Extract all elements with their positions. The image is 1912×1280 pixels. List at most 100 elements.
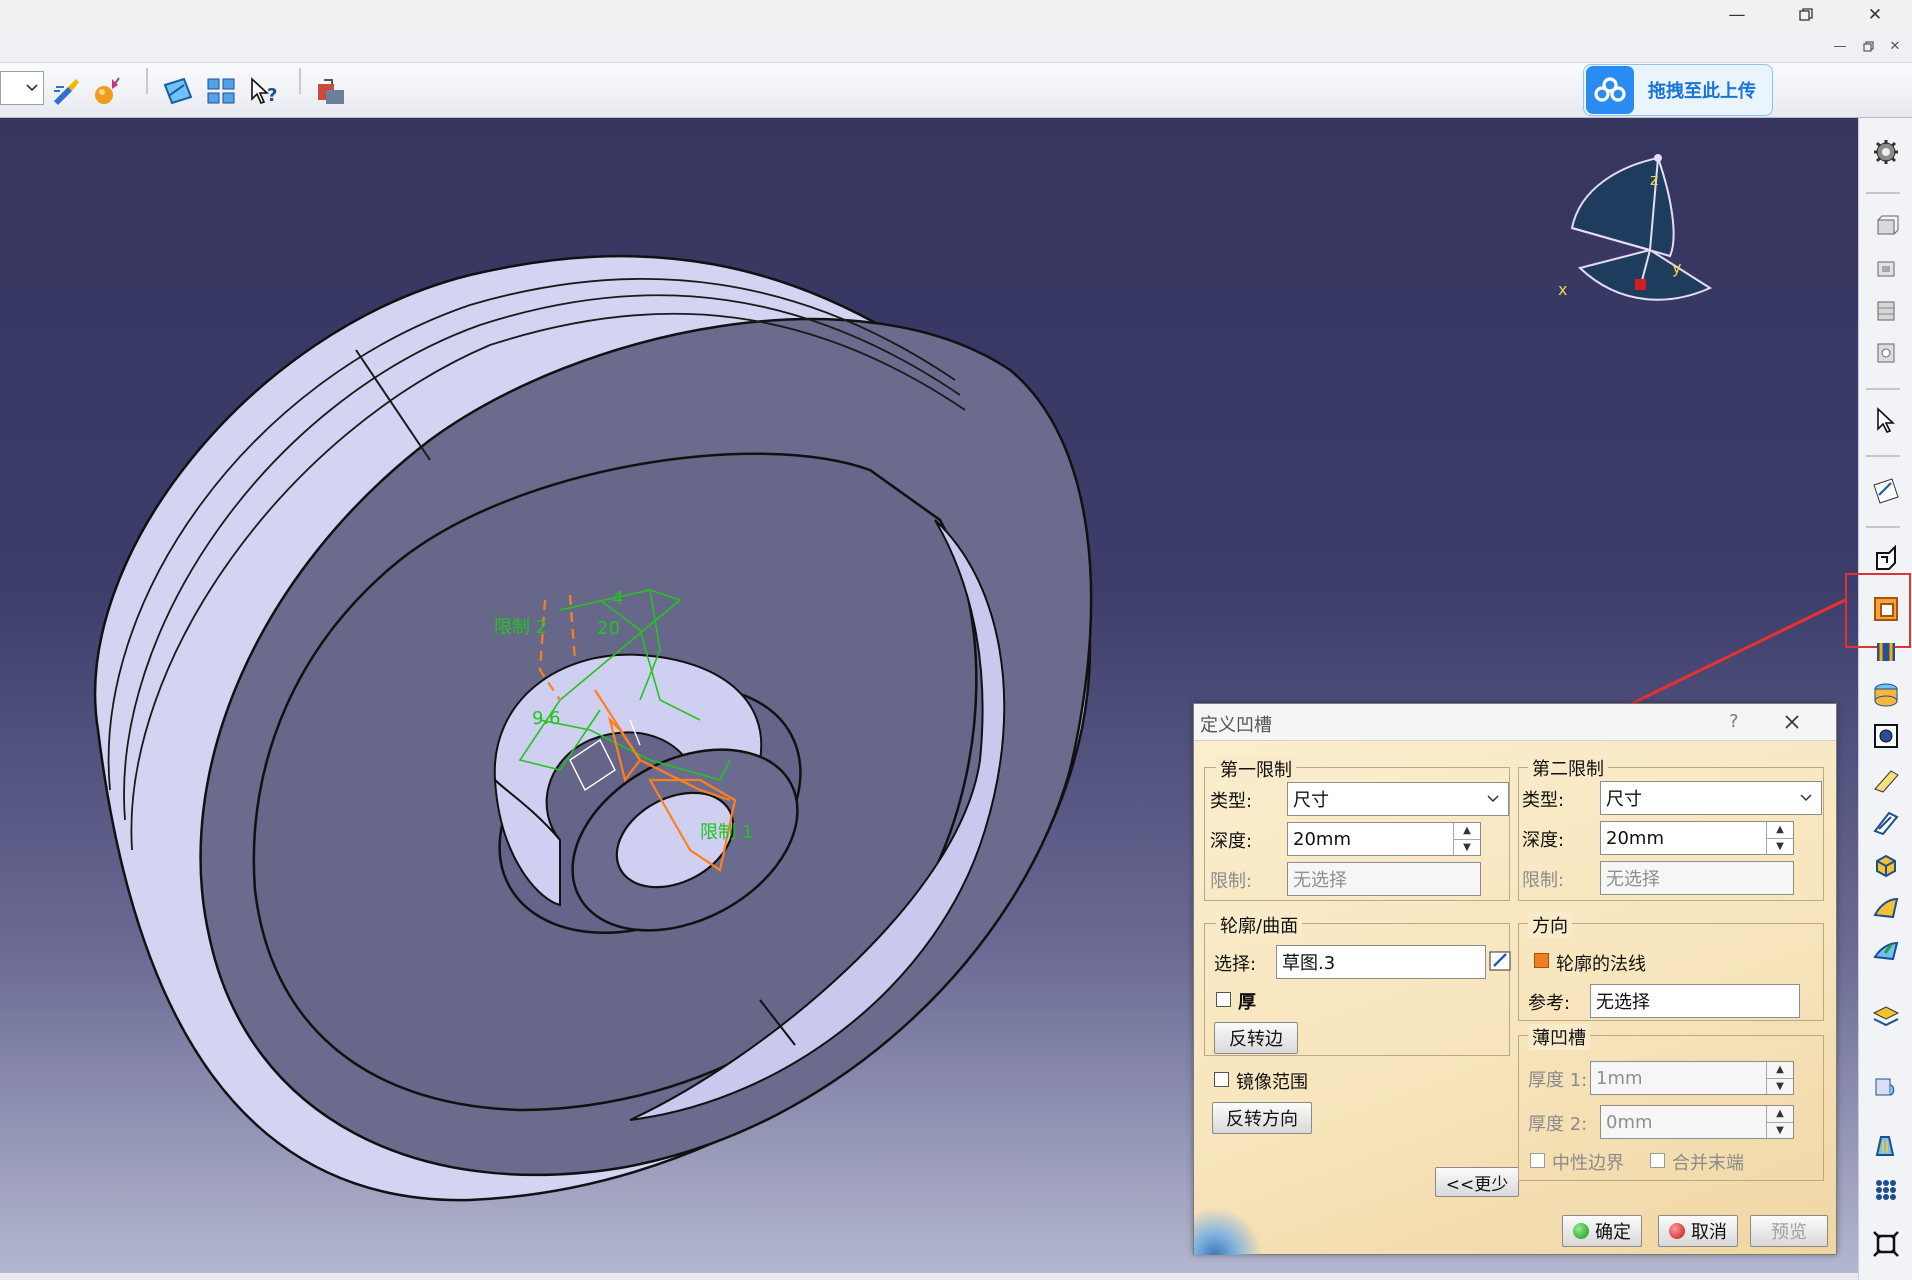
green-dot-icon	[1573, 1223, 1589, 1239]
loft-icon[interactable]	[1866, 890, 1906, 926]
hole-feature-icon[interactable]	[1866, 718, 1906, 754]
second-limit-limit-field[interactable]: 无选择	[1600, 861, 1794, 895]
reverse-side-button[interactable]: 反转边	[1214, 1022, 1298, 1054]
compass-z-label: z	[1650, 170, 1659, 189]
pad-feature-icon[interactable]	[1866, 540, 1906, 576]
sketch-plane-icon[interactable]	[160, 73, 196, 109]
pad-icon[interactable]	[1866, 208, 1906, 244]
thick-label: 厚	[1238, 992, 1256, 1013]
profile-normal-label: 轮廓的法线	[1556, 954, 1646, 975]
reference-field[interactable]: 无选择	[1590, 984, 1800, 1018]
doc-restore-icon[interactable]	[1857, 36, 1879, 56]
cancel-button[interactable]: 取消	[1658, 1215, 1738, 1247]
thin-pocket-title: 薄凹槽	[1528, 1024, 1590, 1050]
minimize-icon[interactable]: —	[1714, 0, 1760, 30]
close-icon[interactable]: ✕	[1852, 0, 1898, 30]
shaft-feature-icon[interactable]	[1866, 634, 1906, 670]
paintbrush-icon[interactable]	[48, 73, 84, 109]
mirrored-extent-label: 镜像范围	[1236, 1072, 1308, 1093]
limit1-label: 限制 1	[700, 822, 754, 843]
gear-icon[interactable]	[1866, 134, 1906, 170]
close-icon[interactable]	[1777, 709, 1807, 735]
slot-icon[interactable]	[1866, 804, 1906, 840]
type-label: 类型:	[1210, 791, 1253, 812]
help-icon[interactable]: ?	[1729, 711, 1739, 732]
select-label: 选择:	[1214, 954, 1257, 975]
draft-icon[interactable]	[1866, 1128, 1906, 1164]
restore-icon[interactable]	[1783, 0, 1829, 30]
measure-icon[interactable]	[1866, 1226, 1906, 1262]
profile-title: 轮廓/曲面	[1216, 912, 1303, 938]
first-limit-limit-field[interactable]: 无选择	[1287, 862, 1481, 896]
reverse-direction-button[interactable]: 反转方向	[1212, 1102, 1312, 1134]
define-pocket-dialog: 定义凹槽 ? 第一限制 类型: 尺寸 深度: 20mm ▲ ▼ 限制: 无选择 第…	[1193, 703, 1837, 1255]
dialog-titlebar: 定义凹槽 ?	[1194, 704, 1836, 741]
compass-y-label: y	[1672, 258, 1682, 277]
chevron-down-icon	[1800, 794, 1812, 802]
limit-label: 限制:	[1210, 871, 1253, 892]
doc-close-icon[interactable]: ✕	[1884, 36, 1906, 56]
second-limit-depth-input[interactable]: 20mm ▲ ▼	[1600, 821, 1794, 855]
doc-minimize-icon[interactable]: —	[1829, 36, 1851, 56]
depth-label: 深度:	[1522, 830, 1565, 851]
mirrored-extent-checkbox[interactable]	[1214, 1072, 1229, 1087]
thickness1-spinner[interactable]: ▲ ▼	[1766, 1062, 1793, 1094]
first-limit-type-select[interactable]: 尺寸	[1287, 782, 1509, 816]
catalog-icon[interactable]	[313, 73, 349, 109]
depth-label: 深度:	[1210, 831, 1253, 852]
sketcher-icon[interactable]	[1866, 472, 1906, 508]
first-limit-title: 第一限制	[1216, 756, 1296, 782]
thickness2-spinner[interactable]: ▲ ▼	[1766, 1106, 1793, 1138]
depth-spinner[interactable]: ▲ ▼	[1453, 823, 1480, 855]
baidu-cloud-icon	[1586, 66, 1634, 114]
surface-based-icon[interactable]	[1866, 998, 1906, 1034]
shaft-icon[interactable]	[1866, 292, 1906, 328]
rib-icon[interactable]	[1866, 762, 1906, 798]
first-limit-depth-input[interactable]: 20mm ▲ ▼	[1287, 822, 1481, 856]
compass-icon[interactable]	[1550, 138, 1720, 328]
preview-button[interactable]: 预览	[1750, 1215, 1828, 1247]
multi-pad-icon[interactable]	[1866, 848, 1906, 884]
thick-checkbox[interactable]	[1216, 992, 1231, 1007]
dialog-corner-graphic	[1194, 1209, 1264, 1255]
merge-ends-checkbox[interactable]	[1650, 1153, 1665, 1168]
less-button[interactable]: <<更少	[1435, 1167, 1519, 1197]
title-bar	[0, 0, 1912, 32]
red-dot-icon	[1669, 1223, 1685, 1239]
pocket-tool-icon[interactable]	[1866, 250, 1906, 286]
removed-loft-icon[interactable]	[1866, 932, 1906, 968]
upload-label: 拖拽至此上传	[1648, 81, 1756, 102]
type-label: 类型:	[1522, 790, 1565, 811]
upload-button[interactable]: 拖拽至此上传	[1583, 64, 1773, 116]
reference-label: 参考:	[1528, 993, 1571, 1014]
second-limit-type-select[interactable]: 尺寸	[1600, 781, 1822, 815]
thickness1-input[interactable]: 1mm ▲ ▼	[1590, 1061, 1794, 1095]
ok-button[interactable]: 确定	[1562, 1215, 1642, 1247]
whats-this-icon[interactable]: ?	[246, 73, 282, 109]
chevron-down-icon	[1487, 795, 1499, 803]
hole-icon[interactable]	[1866, 334, 1906, 370]
dimension-label: 20	[597, 618, 620, 639]
groove-feature-icon[interactable]	[1866, 676, 1906, 712]
dimension-label: 9.6	[532, 708, 561, 729]
dimension-label: 4	[612, 588, 624, 609]
limit-label: 限制:	[1522, 870, 1565, 891]
compass-x-label: x	[1558, 280, 1568, 299]
select-cursor-icon[interactable]	[1866, 402, 1906, 438]
neutral-fiber-label: 中性边界	[1552, 1153, 1624, 1174]
neutral-fiber-checkbox[interactable]	[1530, 1153, 1545, 1168]
toolbar-combo[interactable]	[0, 71, 44, 105]
thickness2-input[interactable]: 0mm ▲ ▼	[1600, 1105, 1794, 1139]
profile-select-field[interactable]: 草图.3	[1276, 945, 1486, 979]
grid-view-icon[interactable]	[203, 73, 239, 109]
edit-sketch-icon[interactable]	[1487, 945, 1515, 977]
limit2-label: 限制 2	[494, 617, 548, 638]
dialog-title: 定义凹槽	[1200, 715, 1272, 736]
pattern-icon[interactable]	[1866, 1172, 1906, 1208]
fillet-icon[interactable]	[1866, 1068, 1906, 1104]
depth-spinner[interactable]: ▲ ▼	[1766, 822, 1793, 854]
profile-normal-checkbox[interactable]	[1534, 953, 1549, 968]
apply-material-icon[interactable]	[90, 73, 126, 109]
merge-ends-label: 合并末端	[1672, 1153, 1744, 1174]
chevron-down-icon	[26, 84, 38, 92]
